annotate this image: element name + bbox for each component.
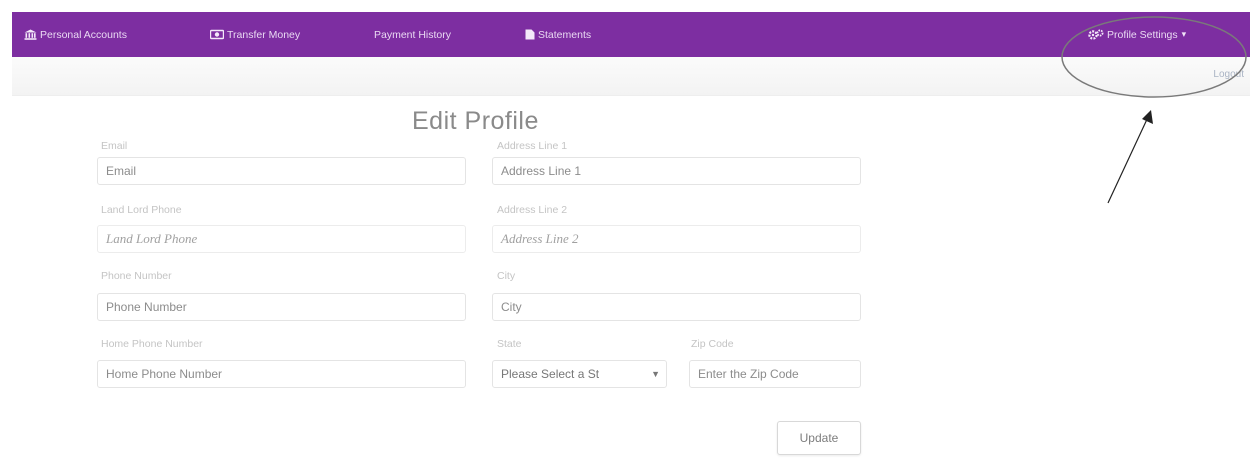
gears-icon [1088,29,1104,41]
page: Personal Accounts Transfer Money Payment… [0,0,1254,459]
caret-down-icon: ▾ [1181,29,1187,39]
land-lord-phone-label: Land Lord Phone [101,204,182,216]
city-label: City [497,270,516,282]
zip-code-field[interactable]: Enter the Zip Code [689,360,861,388]
annotation-arrow-line [1107,114,1150,204]
document-icon [525,29,535,40]
city-field[interactable]: City [492,293,861,321]
email-field[interactable]: Email [97,157,466,185]
sub-header-bar: Logout [12,57,1250,96]
address-line-1-field[interactable]: Address Line 1 [492,157,861,185]
state-selected-value: Please Select a St [501,367,600,381]
nav-label: Transfer Money [227,28,301,41]
nav-personal-accounts[interactable]: Personal Accounts [24,12,127,57]
phone-number-field[interactable]: Phone Number [97,293,466,321]
chevron-down-icon: ▼ [651,369,660,379]
nav-statements[interactable]: Statements [525,12,591,57]
home-phone-field[interactable]: Home Phone Number [97,360,466,388]
address-line-2-placeholder: Address Line 2 [501,231,579,246]
logout-link[interactable]: Logout [1213,69,1244,80]
city-placeholder: City [501,300,522,314]
nav-label: Personal Accounts [40,28,127,41]
update-button[interactable]: Update [777,421,861,455]
email-label: Email [101,140,128,152]
annotation-arrow-head [1142,110,1153,124]
state-select[interactable]: Please Select a St ▼ [492,360,667,388]
home-phone-label: Home Phone Number [101,338,203,350]
page-title: Edit Profile [412,107,539,135]
money-icon [210,29,224,40]
nav-label: Statements [538,28,592,41]
email-placeholder: Email [106,164,137,178]
state-label: State [497,338,522,350]
nav-profile-settings[interactable]: Profile Settings ▾ [1088,12,1186,57]
address-line-2-label: Address Line 2 [497,204,568,216]
land-lord-phone-field[interactable]: Land Lord Phone [97,225,466,253]
nav-label: Profile Settings [1107,28,1178,41]
bank-icon [24,29,37,40]
nav-payment-history[interactable]: Payment History [374,12,451,57]
top-navbar: Personal Accounts Transfer Money Payment… [12,12,1250,57]
address-line-1-label: Address Line 1 [497,140,568,152]
zip-code-label: Zip Code [691,338,734,350]
phone-number-label: Phone Number [101,270,172,282]
land-lord-phone-placeholder: Land Lord Phone [106,231,198,246]
nav-label: Payment History [374,28,452,41]
phone-number-placeholder: Phone Number [106,300,187,314]
address-line-2-field[interactable]: Address Line 2 [492,225,861,253]
home-phone-placeholder: Home Phone Number [106,367,223,381]
address-line-1-placeholder: Address Line 1 [501,164,582,178]
nav-transfer-money[interactable]: Transfer Money [210,12,300,57]
zip-code-placeholder: Enter the Zip Code [698,367,799,381]
